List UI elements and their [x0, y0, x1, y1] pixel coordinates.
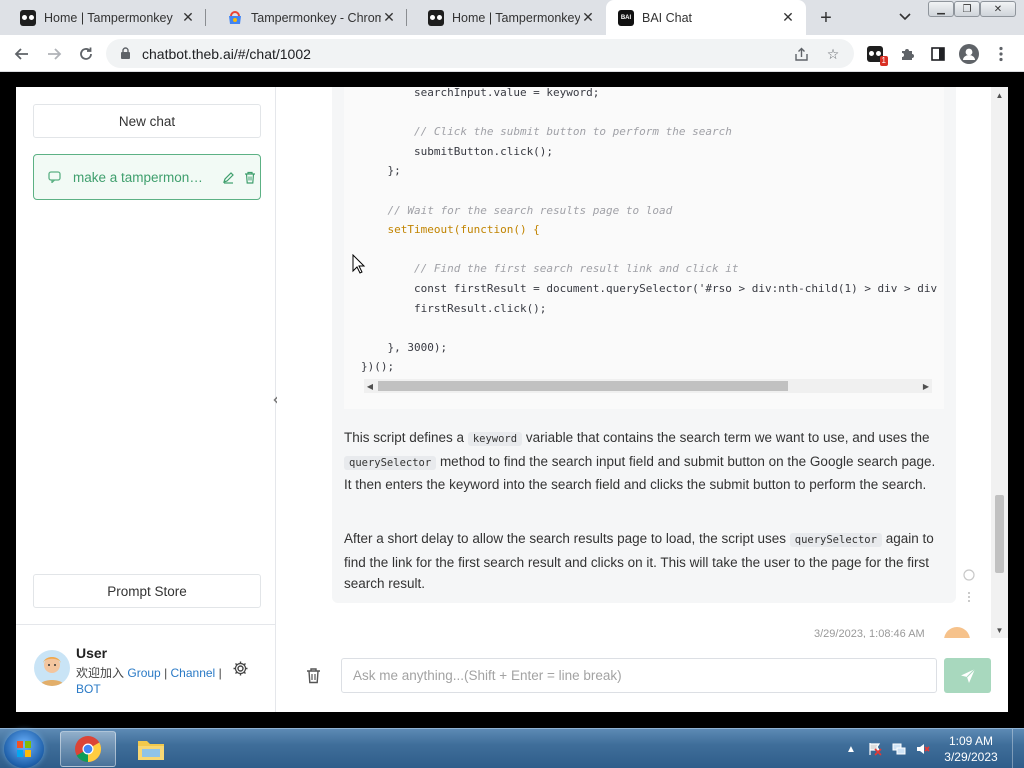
- response-paragraph: After a short delay to allow the search …: [344, 531, 934, 591]
- chrome-webstore-icon: [227, 10, 243, 26]
- action-center-flag-icon[interactable]: [867, 741, 883, 757]
- group-link[interactable]: Group: [127, 666, 160, 680]
- windows-logo-icon: [17, 741, 31, 757]
- profile-avatar-icon[interactable]: [958, 43, 980, 65]
- tray-overflow-chevron-icon[interactable]: ▲: [843, 741, 859, 757]
- copy-status-circle-icon[interactable]: [962, 568, 976, 582]
- browser-tab[interactable]: Home | Tampermonkey ✕: [408, 0, 606, 35]
- avatar: [34, 650, 70, 686]
- extension-badge: 1: [879, 56, 888, 66]
- send-button[interactable]: [944, 658, 991, 693]
- chat-item-label: make a tampermonkey script: [73, 169, 205, 185]
- share-icon[interactable]: [792, 45, 810, 63]
- close-icon[interactable]: ✕: [381, 9, 397, 26]
- scroll-right-arrow-icon[interactable]: ▶: [920, 379, 932, 393]
- kebab-menu-icon[interactable]: [990, 43, 1012, 65]
- bot-link[interactable]: BOT: [76, 682, 101, 696]
- bai-chat-app: New chat make a tampermonkey script Prom…: [16, 87, 1008, 712]
- page-viewport: New chat make a tampermonkey script Prom…: [0, 72, 1024, 728]
- chat-prompt-input[interactable]: [341, 658, 937, 693]
- tab-label: BAI Chat: [642, 10, 693, 25]
- address-bar[interactable]: chatbot.theb.ai/#/chat/1002 ☆: [106, 39, 854, 68]
- clear-chat-trash-icon[interactable]: [304, 665, 322, 685]
- code-block: searchInput.value = keyword; // Click th…: [344, 87, 944, 409]
- chat-input-bar: [277, 638, 1008, 712]
- delete-trash-icon[interactable]: [242, 169, 258, 185]
- reload-icon[interactable]: [74, 42, 98, 66]
- channel-link[interactable]: Channel: [171, 666, 216, 680]
- scrollbar-thumb[interactable]: [378, 381, 788, 391]
- new-chat-button[interactable]: New chat: [33, 104, 261, 138]
- extensions-puzzle-icon[interactable]: [896, 43, 918, 65]
- clock-date: 3/29/2023: [944, 750, 998, 764]
- chat-main: searchInput.value = keyword; // Click th…: [277, 87, 1008, 712]
- code-horizontal-scrollbar[interactable]: ◀ ▶: [364, 379, 932, 393]
- close-icon[interactable]: ✕: [780, 9, 796, 26]
- browser-tab-active[interactable]: BAI BAI Chat ✕: [606, 0, 806, 35]
- message-more-icon[interactable]: [962, 590, 976, 604]
- edit-pencil-icon[interactable]: [220, 169, 236, 185]
- show-desktop-button[interactable]: [1012, 729, 1024, 768]
- tab-label: Tampermonkey - Chrome: [251, 10, 381, 25]
- mouse-cursor-icon: [352, 254, 366, 274]
- back-arrow-icon[interactable]: [10, 42, 34, 66]
- clock-time: 1:09 AM: [948, 734, 994, 748]
- start-button[interactable]: [4, 730, 44, 768]
- new-tab-button[interactable]: +: [814, 6, 838, 30]
- chat-list-item[interactable]: make a tampermonkey script: [33, 154, 261, 200]
- tampermonkey-icon: [20, 9, 36, 26]
- gear-icon[interactable]: [231, 659, 249, 677]
- taskbar-explorer-button[interactable]: [123, 731, 179, 767]
- user-name: User: [76, 645, 108, 661]
- response-paragraph: This script defines a keyword variable t…: [344, 430, 936, 492]
- browser-toolbar: chatbot.theb.ai/#/chat/1002 ☆ 1: [0, 35, 1024, 72]
- restore-button[interactable]: ❐: [954, 1, 980, 17]
- chat-bubble-icon: [47, 170, 61, 184]
- volume-muted-icon[interactable]: [915, 741, 931, 757]
- network-icon[interactable]: [891, 741, 907, 757]
- sidebar: New chat make a tampermonkey script Prom…: [16, 87, 276, 712]
- tampermonkey-icon: [428, 9, 444, 26]
- lock-icon: [118, 47, 132, 60]
- minimize-button[interactable]: ▁: [928, 1, 954, 17]
- forward-arrow-icon[interactable]: [42, 42, 66, 66]
- browser-tab[interactable]: Tampermonkey - Chrome ✕: [207, 0, 407, 35]
- side-panel-icon[interactable]: [927, 43, 949, 65]
- windows-taskbar: ▲ 1:09 AM 3/29/2023: [0, 728, 1024, 768]
- community-prefix: 欢迎加入: [76, 666, 125, 680]
- user-panel: User 欢迎加入 Group | Channel | BOT: [16, 624, 276, 712]
- browser-tab-strip: Home | Tampermonkey ✕ Tampermonkey - Chr…: [0, 0, 1024, 35]
- close-icon[interactable]: ✕: [180, 9, 196, 26]
- browser-tab[interactable]: Home | Tampermonkey ✕: [0, 0, 206, 35]
- scroll-down-arrow-icon[interactable]: ▼: [994, 624, 1005, 636]
- bookmark-star-icon[interactable]: ☆: [824, 45, 842, 63]
- bai-icon: BAI: [618, 9, 634, 26]
- tab-search-chevron-icon[interactable]: [895, 6, 915, 28]
- user-community-links: 欢迎加入 Group | Channel | BOT: [76, 666, 222, 696]
- scroll-left-arrow-icon[interactable]: ◀: [364, 379, 376, 393]
- scrollbar-thumb[interactable]: [995, 495, 1004, 573]
- send-plane-icon: [960, 668, 975, 683]
- bot-message: searchInput.value = keyword; // Click th…: [332, 87, 956, 603]
- chat-vertical-scrollbar[interactable]: ▲ ▼: [991, 87, 1008, 638]
- taskbar-chrome-button[interactable]: [60, 731, 116, 767]
- code-text: searchInput.value = keyword; // Click th…: [361, 87, 938, 374]
- system-clock[interactable]: 1:09 AM 3/29/2023: [936, 733, 1006, 765]
- folder-icon: [138, 741, 164, 760]
- tab-label: Home | Tampermonkey: [44, 10, 173, 25]
- close-window-button[interactable]: ✕: [980, 1, 1016, 17]
- prompt-store-button[interactable]: Prompt Store: [33, 574, 261, 608]
- close-icon[interactable]: ✕: [580, 9, 596, 26]
- scroll-up-arrow-icon[interactable]: ▲: [994, 89, 1005, 101]
- chrome-icon: [75, 736, 102, 763]
- tampermonkey-extension-icon[interactable]: 1: [864, 43, 888, 66]
- url-text: chatbot.theb.ai/#/chat/1002: [142, 45, 311, 62]
- tab-label: Home | Tampermonkey: [452, 10, 580, 25]
